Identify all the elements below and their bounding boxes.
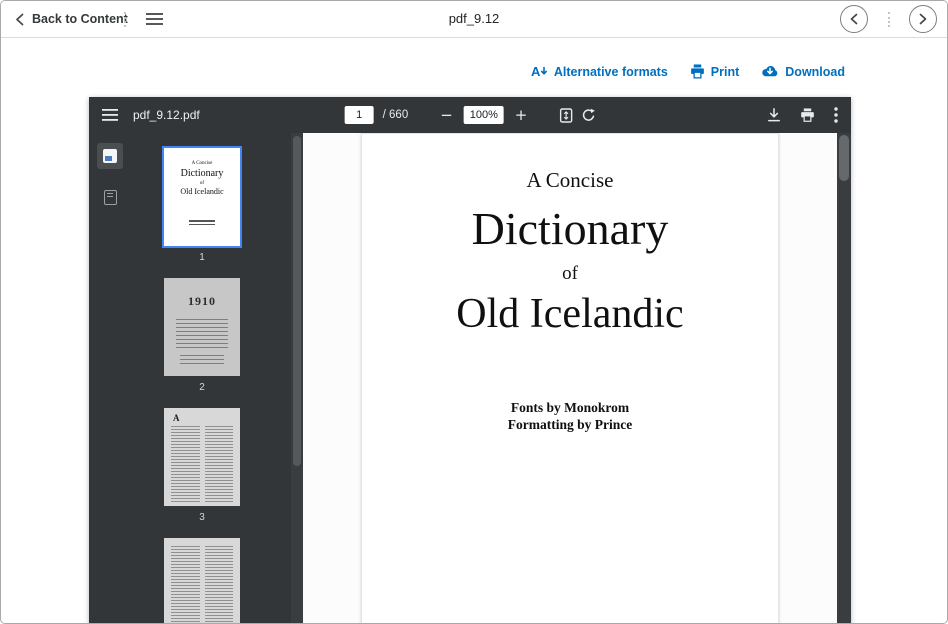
hamburger-icon (146, 12, 163, 26)
cloud-download-icon (761, 64, 779, 79)
page-title-line4: Old Icelandic (362, 289, 778, 339)
thumbnail-page-1-label: 1 (199, 252, 205, 264)
fit-to-page-icon (559, 108, 572, 123)
pdf-filename: pdf_9.12.pdf (133, 108, 200, 122)
page-title-line2: Dictionary (362, 203, 778, 255)
alternative-formats-icon: A (531, 64, 548, 79)
previous-topic-button[interactable] (840, 5, 868, 33)
sidebar-scrollbar-thumb[interactable] (293, 136, 301, 466)
page-view: A Concise Dictionary of Old Icelandic Fo… (303, 133, 837, 624)
pdf-page-1: A Concise Dictionary of Old Icelandic Fo… (361, 133, 779, 624)
rotate-icon (581, 108, 595, 122)
thumbnail-page-3-label: 3 (199, 512, 205, 524)
thumbnail-page-2[interactable]: 1910 (164, 278, 240, 376)
zoom-in-button[interactable]: + (513, 108, 530, 123)
document-actions: A Alternative formats Print Download (531, 64, 845, 79)
download-arrow-icon (767, 108, 781, 122)
fit-to-page-button[interactable] (559, 108, 572, 123)
thumbnail-page-2-label: 2 (199, 382, 205, 394)
chevron-right-icon (919, 13, 927, 25)
pdf-toolbar-right (767, 107, 838, 123)
sidebar-scrollbar[interactable] (291, 133, 303, 624)
content-menu-button[interactable] (142, 10, 166, 30)
chevron-left-icon (850, 13, 858, 25)
printer-icon (800, 108, 815, 122)
thumb1-line3: of (164, 181, 240, 186)
page-title-line1: A Concise (362, 134, 778, 193)
thumb1-line4: Old Icelandic (164, 187, 240, 196)
page-credit-line1: Fonts by Monokrom (362, 399, 778, 416)
brightspace-content-viewer: Back to Content pdf_9.12 A (0, 0, 948, 624)
top-bar: Back to Content pdf_9.12 (1, 1, 947, 38)
thumb2-title: 1910 (164, 294, 240, 309)
back-to-content-button[interactable]: Back to Content (15, 1, 128, 37)
download-label: Download (785, 65, 845, 79)
zoom-out-button[interactable]: − (438, 108, 455, 123)
page-credits: Fonts by Monokrom Formatting by Prince (362, 399, 778, 433)
more-options-button[interactable] (834, 107, 838, 123)
back-label: Back to Content (32, 12, 128, 26)
document-scrollbar[interactable] (837, 133, 851, 624)
thumb3-letter: A (173, 413, 233, 423)
page-number-input[interactable] (345, 106, 374, 124)
download-button[interactable]: Download (761, 64, 845, 79)
chevron-left-icon (15, 13, 24, 26)
zoom-level-select[interactable]: 100% (464, 106, 504, 124)
svg-text:A: A (531, 64, 541, 79)
pdf-download-button[interactable] (767, 108, 781, 122)
document-scrollbar-thumb[interactable] (839, 135, 849, 181)
thumb1-line1: A Concise (164, 161, 240, 166)
page-total: / 660 (383, 109, 409, 121)
page-title-line3: of (362, 263, 778, 285)
print-button[interactable]: Print (690, 64, 739, 79)
divider-dotted (888, 12, 890, 27)
hamburger-icon (102, 109, 118, 121)
pdf-print-button[interactable] (800, 108, 815, 122)
rotate-button[interactable] (581, 108, 595, 122)
pdf-sidebar-toggle-button[interactable] (102, 109, 118, 121)
pdf-toolbar: pdf_9.12.pdf / 660 − 100% + (89, 97, 851, 133)
pdf-sidebar: A Concise Dictionary of Old Icelandic 1 … (89, 133, 303, 624)
printer-icon (690, 64, 705, 79)
pdf-toolbar-center: / 660 − 100% + (345, 97, 596, 133)
thumbnail-page-3[interactable]: A (164, 408, 240, 506)
next-topic-button[interactable] (909, 5, 937, 33)
pdf-body: A Concise Dictionary of Old Icelandic 1 … (89, 133, 851, 624)
divider-dotted (124, 12, 126, 27)
thumbnail-page-4[interactable] (164, 538, 240, 624)
pdf-viewer: pdf_9.12.pdf / 660 − 100% + (89, 97, 851, 624)
page-credit-line2: Formatting by Prince (362, 416, 778, 433)
kebab-menu-icon (834, 107, 838, 123)
thumb1-line2: Dictionary (164, 168, 240, 179)
print-label: Print (711, 65, 739, 79)
alternative-formats-label: Alternative formats (554, 65, 668, 79)
thumbnail-list: A Concise Dictionary of Old Icelandic 1 … (113, 133, 291, 624)
alternative-formats-button[interactable]: A Alternative formats (531, 64, 668, 79)
thumbnail-page-1[interactable]: A Concise Dictionary of Old Icelandic (164, 148, 240, 246)
